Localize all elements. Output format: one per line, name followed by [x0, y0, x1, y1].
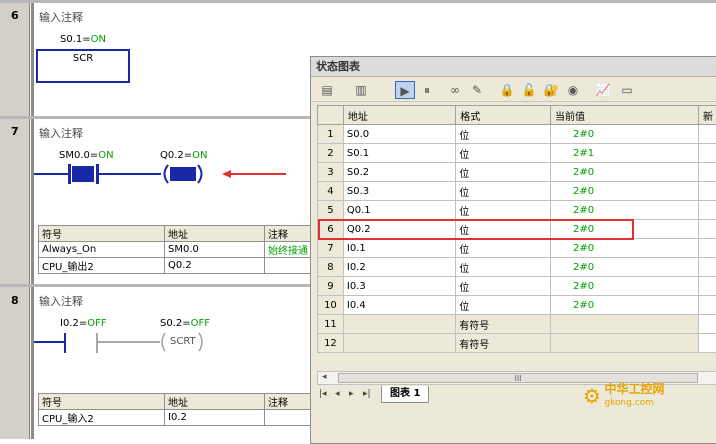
unforce-all-icon[interactable]: 🔐	[541, 81, 561, 99]
table-row[interactable]: 11 有符号	[318, 315, 716, 334]
contact-right	[96, 333, 98, 353]
network-number: 7	[11, 125, 19, 138]
comment-icon[interactable]: ▭	[617, 81, 637, 99]
network-comment[interactable]: 输入注释	[39, 9, 83, 25]
table-row[interactable]: 7 I0.1 位 2#0	[318, 239, 716, 258]
network-separator	[0, 0, 716, 3]
status-chart-toolbar: ▤ ▥ ▶ ⏸ ∞ ✎ 🔒 🔓 🔐 ◉ 📈 ▭	[311, 78, 716, 102]
table-row[interactable]: 2 S0.1 位 2#1	[318, 144, 716, 163]
table-row[interactable]: 4 S0.3 位 2#0	[318, 182, 716, 201]
gear-logo-icon: ⚙	[583, 384, 601, 408]
table-row: CPU_输入2 I0.2	[39, 410, 325, 426]
network-number: 6	[11, 9, 19, 22]
network-gutter	[0, 0, 30, 439]
pointer-arrow	[222, 170, 288, 178]
contact-energized[interactable]	[72, 166, 94, 182]
network-number: 8	[11, 294, 19, 307]
prev-tab-icon[interactable]: ◂	[335, 389, 340, 399]
contact-label: S0.1=ON	[60, 34, 106, 45]
table-row[interactable]: 10 I0.4 位 2#0	[318, 296, 716, 315]
symbol-table: 符号 地址 注释 CPU_输入2 I0.2	[38, 393, 325, 426]
table-row: CPU_输出2 Q0.2	[39, 258, 325, 274]
read-forced-icon[interactable]: ◉	[563, 81, 583, 99]
single-read-icon[interactable]: ▶	[395, 81, 415, 99]
table-row[interactable]: 5 Q0.1 位 2#0	[318, 201, 716, 220]
rung-wire	[34, 173, 68, 175]
power-rail	[31, 0, 34, 439]
table-row[interactable]: 1 S0.0 位 2#0	[318, 125, 716, 144]
table-row[interactable]: 8 I0.2 位 2#0	[318, 258, 716, 277]
symbol-table: 符号 地址 注释 Always_On SM0.0 始终接通 CPU_输出2 Q0…	[38, 225, 325, 274]
glasses-icon[interactable]: ∞	[445, 81, 465, 99]
rung-wire	[98, 341, 160, 343]
add-row-icon[interactable]: ▤	[317, 81, 337, 99]
unforce-icon[interactable]: 🔓	[519, 81, 539, 99]
rung-wire	[99, 173, 161, 175]
column-header-address[interactable]: 地址	[343, 106, 455, 125]
first-tab-icon[interactable]: |◂	[319, 389, 327, 399]
coil-energized[interactable]	[160, 163, 206, 185]
scr-box[interactable]: SCR	[36, 49, 130, 83]
next-tab-icon[interactable]: ▸	[349, 389, 354, 399]
column-header-format[interactable]: 格式	[456, 106, 551, 125]
column-header-new-value[interactable]: 新	[699, 106, 716, 125]
last-tab-icon[interactable]: ▸|	[363, 389, 371, 399]
tab-chart-1[interactable]: 图表 1	[381, 386, 429, 403]
status-chart-title: 状态图表	[311, 57, 716, 77]
coil-label: Q0.2=ON	[160, 150, 208, 161]
table-row: Always_On SM0.0 始终接通	[39, 242, 325, 258]
contact-label: SM0.0=ON	[59, 150, 114, 161]
contact-left	[68, 164, 71, 184]
chart-status-icon[interactable]: ⏸	[417, 81, 437, 99]
watermark: ⚙ 中华工控网 gkong.com	[583, 383, 664, 409]
highlight-box	[318, 219, 634, 240]
table-row[interactable]: 9 I0.3 位 2#0	[318, 277, 716, 296]
contact-label: I0.2=OFF	[60, 318, 107, 329]
delete-row-icon[interactable]: ▥	[351, 81, 371, 99]
table-row[interactable]: 3 S0.2 位 2#0	[318, 163, 716, 182]
trend-view-icon[interactable]: 📈	[593, 81, 613, 99]
rung-wire	[34, 341, 64, 343]
table-row[interactable]: 12 有符号	[318, 334, 716, 353]
contact-left	[64, 333, 66, 353]
coil-label: S0.2=OFF	[160, 318, 210, 329]
column-header-current-value[interactable]: 当前值	[551, 106, 699, 125]
write-pen-icon[interactable]: ✎	[467, 81, 487, 99]
force-lock-icon[interactable]: 🔒	[497, 81, 517, 99]
network-comment[interactable]: 输入注释	[39, 293, 83, 309]
scroll-left-icon[interactable]: ◂	[322, 372, 327, 382]
network-comment[interactable]: 输入注释	[39, 125, 83, 141]
scrt-coil-label: SCRT	[170, 336, 196, 347]
